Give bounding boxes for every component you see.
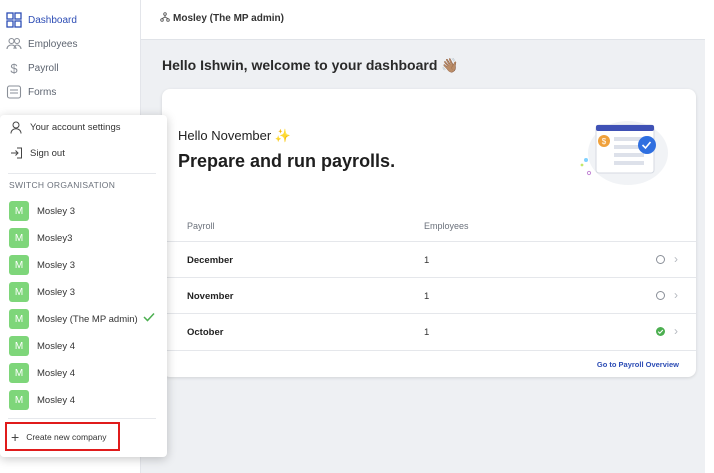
organisation-name: Mosley 3	[37, 259, 76, 271]
sidebar-item-label: Dashboard	[28, 14, 77, 26]
svg-text:$: $	[602, 137, 607, 146]
avatar: M	[9, 255, 29, 275]
user-icon	[9, 121, 23, 134]
card-hello: Hello November ✨	[178, 128, 292, 143]
row-employees: 1	[424, 255, 430, 266]
organisation-option[interactable]: M Mosley 4	[9, 363, 159, 383]
column-header-employees: Employees	[424, 221, 469, 231]
right-gutter	[705, 0, 714, 473]
menu-divider	[8, 173, 156, 174]
organisation-option[interactable]: M Mosley 4	[9, 390, 159, 410]
status-complete-icon	[656, 327, 665, 336]
create-new-company-button[interactable]: + Create new company	[5, 422, 120, 451]
current-organisation[interactable]: Mosley (The MP admin)	[160, 12, 284, 25]
organisation-name: Mosley 3	[37, 286, 76, 298]
avatar: M	[9, 201, 29, 221]
chevron-right-icon[interactable]: ›	[674, 288, 678, 302]
account-settings-label: Your account settings	[30, 122, 121, 133]
organisation-option[interactable]: M Mosley3	[9, 228, 159, 248]
forms-icon	[6, 84, 22, 100]
chevron-right-icon[interactable]: ›	[674, 252, 678, 266]
row-employees: 1	[424, 327, 430, 338]
sign-out-icon	[9, 147, 23, 159]
status-open-icon	[656, 255, 665, 264]
plus-icon: +	[11, 428, 20, 445]
organisation-option-selected[interactable]: M Mosley (The MP admin)	[9, 309, 159, 329]
switch-organisation-label: SWITCH ORGANISATION	[9, 180, 116, 190]
organisation-option[interactable]: M Mosley 3	[9, 255, 159, 275]
sidebar-item-forms[interactable]: Forms	[0, 80, 56, 104]
avatar: M	[9, 282, 29, 302]
card-title: Prepare and run payrolls.	[178, 151, 396, 171]
row-month: December	[187, 255, 233, 266]
org-tree-icon	[160, 12, 170, 25]
payroll-table-header: Payroll Employees	[162, 212, 696, 242]
organisation-name: Mosley (The MP admin)	[37, 313, 138, 325]
sidebar-item-dashboard[interactable]: Dashboard	[0, 8, 77, 32]
sidebar-item-label: Forms	[28, 86, 57, 98]
organisation-name: Mosley 3	[37, 205, 76, 217]
sidebar-item-label: Employees	[28, 38, 78, 50]
organisation-option[interactable]: M Mosley 4	[9, 336, 159, 356]
payroll-card: Hello November ✨ Prepare and run payroll…	[162, 89, 696, 377]
organisation-name: Mosley 4	[37, 367, 76, 379]
organisation-name: Mosley 4	[37, 340, 76, 352]
create-new-company-label: Create new company	[26, 431, 107, 442]
current-organisation-name: Mosley (The MP admin)	[173, 13, 284, 24]
avatar: M	[9, 363, 29, 383]
column-header-payroll: Payroll	[187, 221, 215, 231]
table-row[interactable]: December 1 ›	[162, 241, 696, 277]
dashboard-icon	[6, 12, 22, 28]
row-month: October	[187, 327, 224, 338]
dollar-icon: $	[10, 60, 18, 76]
organisation-name: Mosley3	[37, 232, 73, 244]
account-settings-item[interactable]: Your account settings	[9, 121, 121, 134]
payroll-illustration: $	[580, 121, 668, 185]
page-greeting: Hello Ishwin, welcome to your dashboard …	[162, 57, 459, 73]
organisation-name: Mosley 4	[37, 394, 76, 406]
people-icon	[6, 36, 22, 52]
menu-divider	[8, 418, 156, 419]
organisation-option[interactable]: M Mosley 3	[9, 201, 159, 221]
payroll-overview-link[interactable]: Go to Payroll Overview	[597, 360, 679, 369]
sidebar-item-employees[interactable]: Employees	[0, 32, 77, 56]
table-row[interactable]: November 1 ›	[162, 277, 696, 313]
sign-out-item[interactable]: Sign out	[9, 147, 65, 159]
checkmark-icon	[143, 311, 155, 325]
sidebar-item-payroll[interactable]: $ Payroll	[0, 56, 59, 80]
card-footer: Go to Payroll Overview	[162, 350, 696, 377]
top-bar: Mosley (The MP admin)	[141, 0, 705, 40]
status-open-icon	[656, 291, 665, 300]
sidebar-item-label: Payroll	[28, 62, 59, 74]
chevron-right-icon[interactable]: ›	[674, 324, 678, 338]
table-row[interactable]: October 1 ›	[162, 313, 696, 349]
account-dropdown-menu: Your account settings Sign out SWITCH OR…	[0, 115, 167, 457]
row-month: November	[187, 291, 234, 302]
sign-out-label: Sign out	[30, 147, 65, 159]
organisation-option[interactable]: M Mosley 3	[9, 282, 159, 302]
avatar: M	[9, 336, 29, 356]
row-employees: 1	[424, 291, 430, 302]
avatar: M	[9, 390, 29, 410]
avatar: M	[9, 228, 29, 248]
avatar: M	[9, 309, 29, 329]
